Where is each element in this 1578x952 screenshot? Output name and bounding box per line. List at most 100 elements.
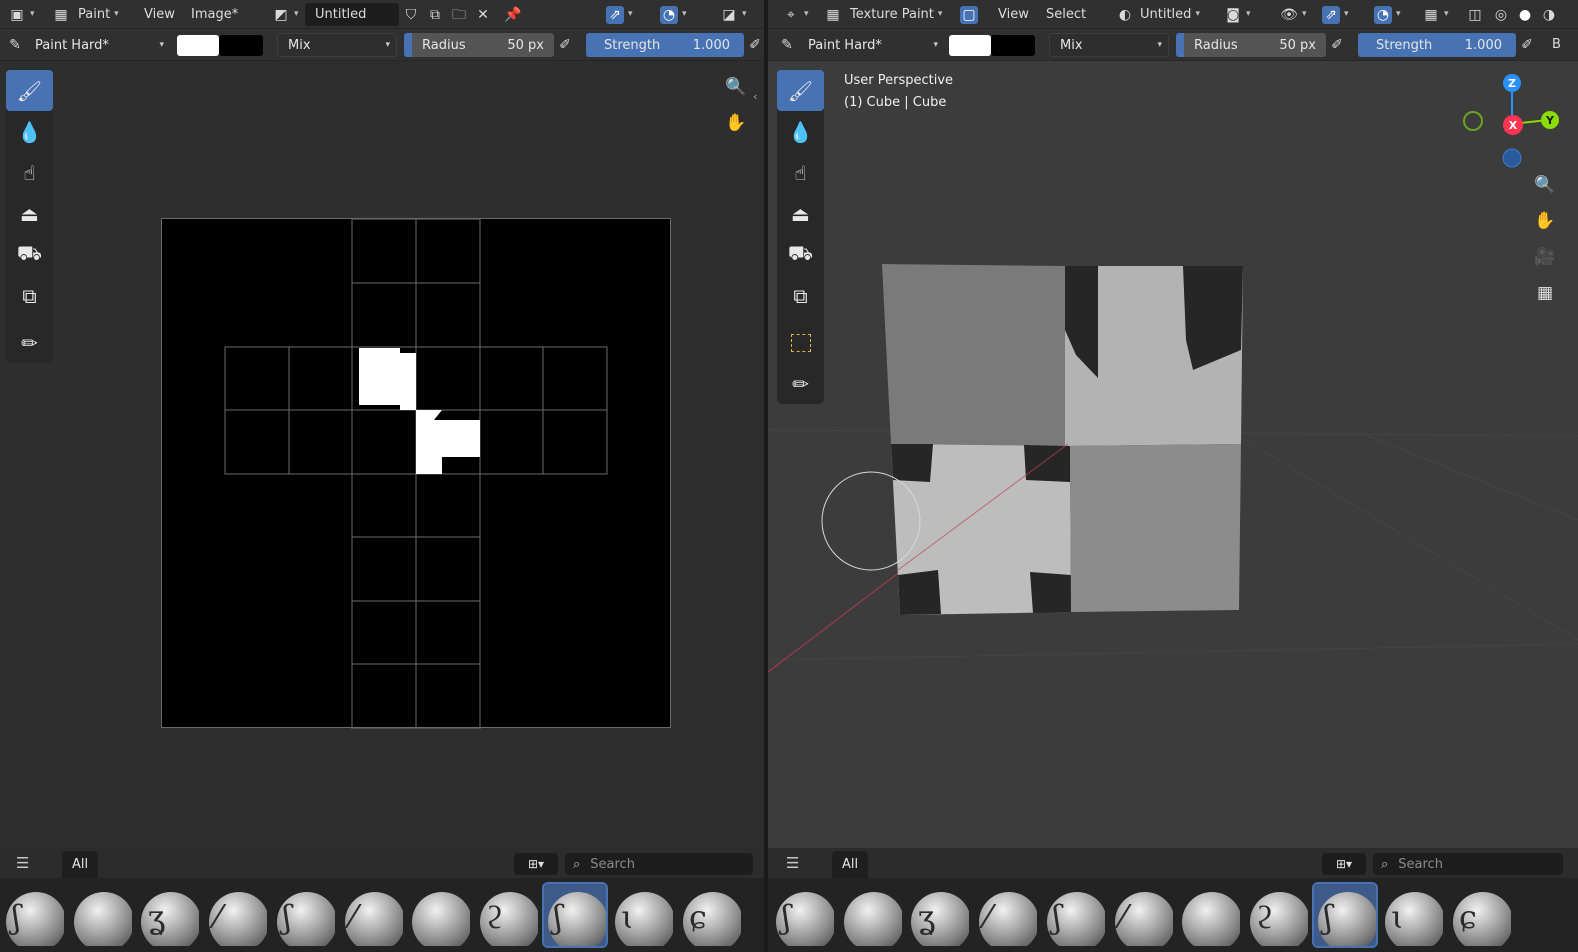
shading-material-button[interactable]: ◑ <box>1540 3 1558 26</box>
xray-button[interactable]: ◫ <box>1466 3 1484 26</box>
overlays-button[interactable]: ◔ ▾ <box>1374 3 1401 26</box>
brush-icon-button[interactable]: ✎ <box>778 33 796 56</box>
editor-type-button[interactable]: ▣ ▾ <box>8 3 34 26</box>
brush-asset-thumbnail[interactable]: ϩ <box>476 884 538 946</box>
radius-slider[interactable]: Radius 50 px <box>404 33 554 57</box>
brush-asset-thumbnail[interactable] <box>70 884 132 946</box>
display-channels-button[interactable]: ◪ ▾ <box>720 3 746 26</box>
transform-pivot-button[interactable]: ◙ ▾ <box>1224 3 1250 26</box>
tool-mask[interactable]: ⧉ <box>777 275 824 316</box>
new-image-button[interactable]: ⧉ <box>426 3 444 26</box>
asset-tab-all[interactable]: All <box>832 851 869 878</box>
menu-image[interactable]: Image* <box>185 3 244 26</box>
brush-asset-thumbnail[interactable]: ʃ <box>2 884 64 946</box>
brush-asset-thumbnail[interactable]: ⁄ <box>975 884 1038 946</box>
brush-asset-thumbnail[interactable] <box>408 884 471 946</box>
asset-tab-all[interactable]: All <box>62 851 99 878</box>
brush-asset-thumbnail[interactable] <box>1178 884 1241 946</box>
brush-asset-thumbnail[interactable]: ɩ <box>611 884 674 946</box>
editor-type-button[interactable]: ⌖ ▾ <box>782 3 808 26</box>
strength-slider[interactable]: Strength 1.000 <box>1358 33 1516 57</box>
primary-color-swatch[interactable] <box>177 35 219 56</box>
zoom-button[interactable]: 🔍 <box>721 72 751 102</box>
brush-asset-thumbnail[interactable]: ⁄ <box>341 884 403 946</box>
uv-sync-button[interactable]: ⇗ ▾ <box>606 3 633 26</box>
overlays-button[interactable]: ◔ ▾ <box>660 3 687 26</box>
brush-select[interactable]: Paint Hard* ▾ <box>800 33 944 57</box>
brush-asset-thumbnail[interactable]: ʓ <box>907 884 970 946</box>
tool-draw[interactable]: 🖌 <box>6 70 53 111</box>
brush-asset-thumbnail[interactable]: ɩ <box>1381 884 1444 946</box>
brush-select[interactable]: Paint Hard* ▾ <box>27 33 170 57</box>
tool-annotate[interactable]: ✏ <box>6 322 53 363</box>
display-size-button[interactable]: ⊞▾ <box>1322 853 1366 875</box>
tool-select-box[interactable] <box>777 322 824 363</box>
menu-view[interactable]: View <box>992 3 1035 26</box>
tool-blur[interactable]: 💧 <box>777 111 824 152</box>
brush-asset-thumbnail[interactable]: ʓ <box>137 884 200 946</box>
asset-search-input[interactable]: ⌕ Search <box>1373 853 1563 875</box>
image-canvas[interactable] <box>161 218 671 730</box>
strength-pressure-button[interactable]: ✐ <box>746 33 764 56</box>
tool-fill[interactable]: ⛟ <box>6 234 53 275</box>
brush-asset-thumbnail[interactable]: ⁄ <box>1111 884 1173 946</box>
navigation-gizmo[interactable]: Z Y X <box>1463 74 1559 168</box>
tool-clone[interactable]: ⏏ <box>6 193 53 234</box>
open-image-button[interactable]: 🗀 <box>450 3 468 26</box>
mode-select[interactable]: ▦ Texture Paint ▾ <box>824 3 942 26</box>
pin-button[interactable]: 📌 <box>504 3 522 26</box>
brush-asset-thumbnail[interactable]: ⁄ <box>205 884 268 946</box>
strength-pressure-button[interactable]: ✐ <box>1518 33 1536 56</box>
tool-mask[interactable]: ⧉ <box>6 275 53 316</box>
radius-pressure-button[interactable]: ✐ <box>1328 33 1346 56</box>
display-size-button[interactable]: ⊞▾ <box>514 853 558 875</box>
brush-asset-thumbnail[interactable]: ʃ <box>772 884 834 946</box>
pan-button[interactable]: ✋ <box>721 108 751 138</box>
radius-pressure-button[interactable]: ✐ <box>556 33 574 56</box>
brush-asset-thumbnail[interactable]: ɕ <box>679 884 741 946</box>
secondary-color-swatch[interactable] <box>991 35 1035 56</box>
tool-blur[interactable]: 💧 <box>6 111 53 152</box>
blend-overflow-label[interactable]: B <box>1552 33 1561 56</box>
tool-annotate[interactable]: ✏ <box>777 363 824 404</box>
unlink-image-button[interactable]: ✕ <box>474 3 492 26</box>
brush-asset-thumbnail[interactable]: ʃ <box>273 884 335 946</box>
gizmo-neg-y[interactable] <box>1463 111 1483 131</box>
mask-mode-button[interactable]: ▢ <box>960 3 978 26</box>
stencil-button[interactable]: ▦ ▾ <box>1422 3 1448 26</box>
tool-draw[interactable]: 🖌 <box>777 70 824 111</box>
hamburger-icon[interactable]: ☰ <box>16 854 29 872</box>
perspective-toggle-button[interactable]: ▦ <box>1530 278 1560 308</box>
brush-asset-thumbnail[interactable] <box>840 884 902 946</box>
tool-smear[interactable]: ☝ <box>777 152 824 193</box>
gizmo-neg-z[interactable] <box>1502 148 1522 168</box>
viewport-scene[interactable]: Z Y X <box>768 0 1578 952</box>
tool-clone[interactable]: ⏏ <box>777 193 824 234</box>
fake-user-button[interactable]: ⛉ <box>402 3 420 26</box>
shading-wireframe-button[interactable]: ◎ <box>1492 3 1510 26</box>
menu-view[interactable]: View <box>138 3 181 26</box>
camera-view-button[interactable]: 🎥 <box>1530 242 1560 272</box>
gizmos-button[interactable]: ⇗ ▾ <box>1322 3 1349 26</box>
hamburger-icon[interactable]: ☰ <box>786 854 799 872</box>
asset-search-input[interactable]: ⌕ Search <box>565 853 753 875</box>
brush-asset-thumbnail[interactable]: ʃ <box>1043 884 1105 946</box>
menu-select[interactable]: Select <box>1040 3 1092 26</box>
image-browse-button[interactable]: ◩ ▾ <box>272 3 298 26</box>
texture-slot-select[interactable]: ◐ Untitled ▾ <box>1116 3 1200 26</box>
strength-slider[interactable]: Strength 1.000 <box>586 33 744 57</box>
image-name-field[interactable]: Untitled <box>305 3 399 26</box>
brush-asset-thumbnail[interactable]: ɕ <box>1449 884 1511 946</box>
brush-asset-thumbnail[interactable]: ʃ <box>541 882 608 948</box>
radius-slider[interactable]: Radius 50 px <box>1176 33 1326 57</box>
blend-select[interactable]: Mix ▾ <box>277 33 397 57</box>
brush-asset-thumbnail[interactable]: ʃ <box>1311 882 1378 948</box>
shading-solid-button[interactable]: ● <box>1516 3 1534 26</box>
mode-select[interactable]: ▦ Paint ▾ <box>52 3 118 26</box>
pan-button[interactable]: ✋ <box>1530 206 1560 236</box>
blend-select[interactable]: Mix ▾ <box>1049 33 1169 57</box>
tool-fill[interactable]: ⛟ <box>777 234 824 275</box>
brush-asset-thumbnail[interactable]: ϩ <box>1246 884 1308 946</box>
secondary-color-swatch[interactable] <box>219 35 263 56</box>
primary-color-swatch[interactable] <box>949 35 991 56</box>
